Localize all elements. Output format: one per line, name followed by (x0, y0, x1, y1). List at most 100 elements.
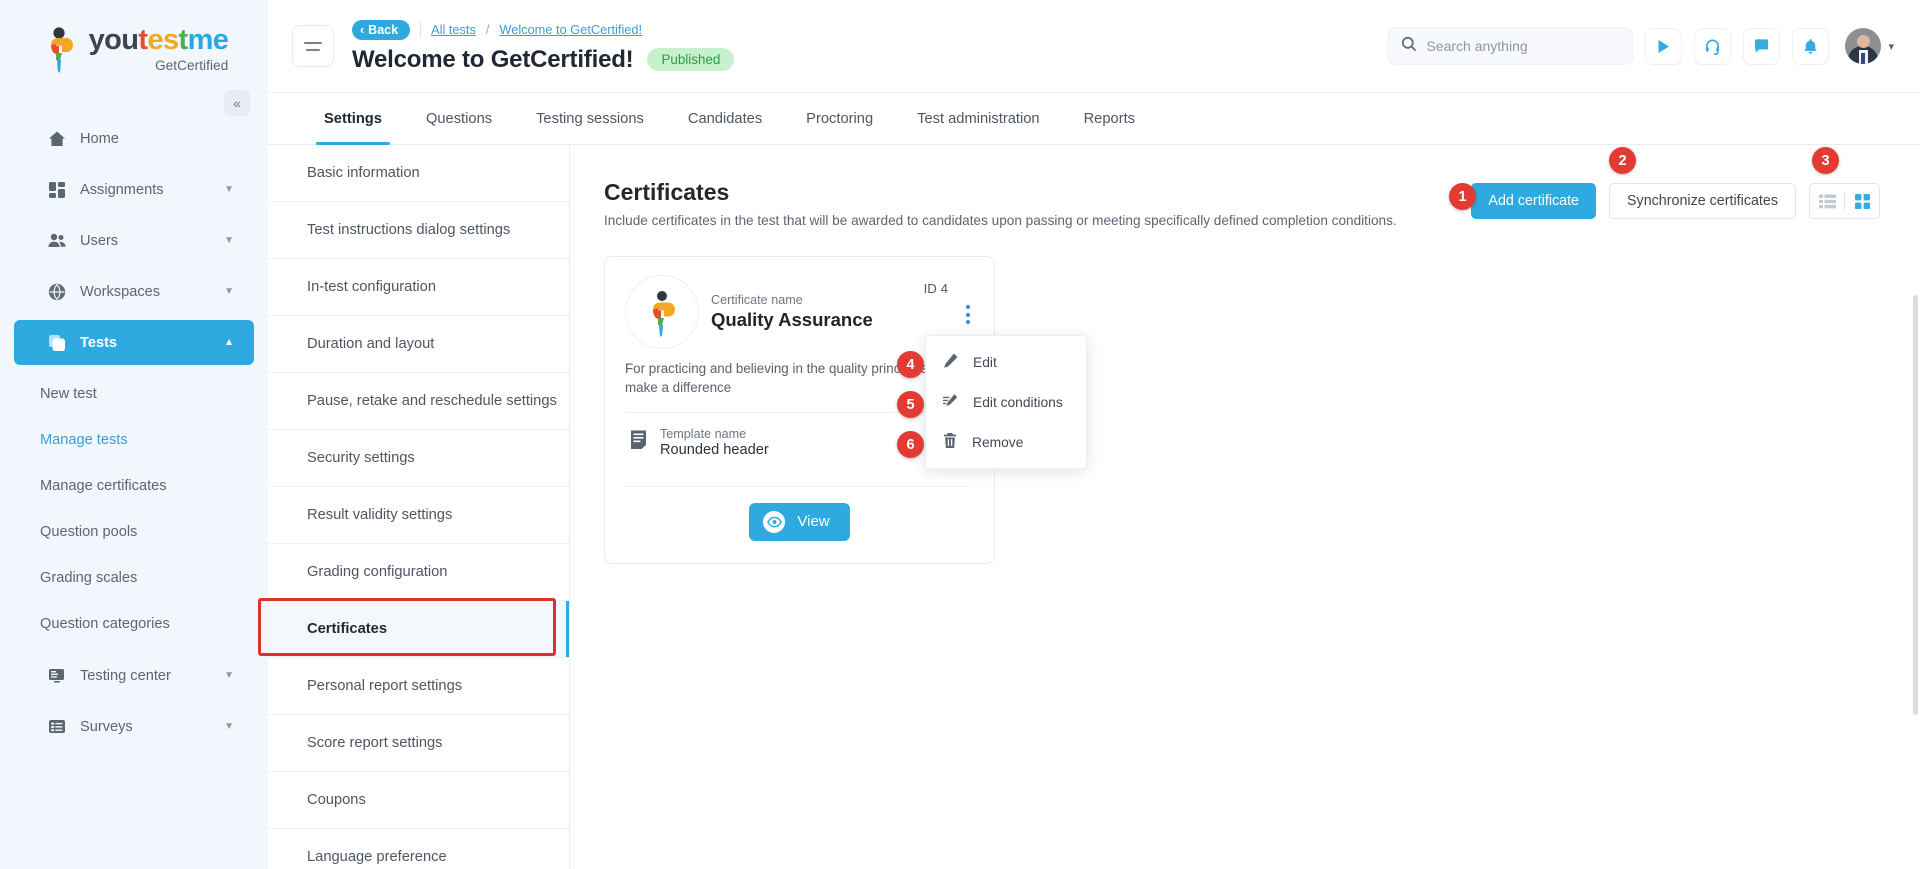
search-box[interactable] (1388, 27, 1634, 65)
settings-item-grading-configuration[interactable]: Grading configuration (268, 544, 569, 601)
monitor-icon (48, 667, 74, 685)
certificate-id: ID 4 (923, 281, 948, 296)
back-button[interactable]: ‹ Back (352, 19, 411, 40)
brand-logo[interactable]: youtestme GetCertified (0, 0, 268, 80)
sidebar-item-users[interactable]: Users ▼ (14, 218, 254, 263)
tab-reports[interactable]: Reports (1062, 93, 1157, 144)
settings-item-result-validity[interactable]: Result validity settings (268, 487, 569, 544)
grid-view-icon[interactable] (1845, 184, 1879, 218)
settings-item-language-preference[interactable]: Language preference (268, 829, 569, 869)
settings-item-in-test-configuration[interactable]: In-test configuration (268, 259, 569, 316)
sidebar-item-label: Tests (80, 334, 118, 351)
brand-subtitle: GetCertified (155, 58, 229, 73)
breadcrumb-current-test[interactable]: Welcome to GetCertified! (499, 22, 642, 37)
tab-settings[interactable]: Settings (302, 93, 404, 145)
sidebar-subitem-question-pools[interactable]: Question pools (0, 509, 268, 555)
settings-item-score-report[interactable]: Score report settings (268, 715, 569, 772)
title-block: ‹ Back All tests / Welcome to GetCertifi… (352, 19, 735, 74)
sidebar-item-workspaces[interactable]: Workspaces ▼ (14, 269, 254, 314)
layers-icon (48, 334, 74, 352)
topbar: ‹ Back All tests / Welcome to GetCertifi… (268, 0, 1920, 93)
view-button-label: View (797, 513, 830, 531)
edit-menu-item[interactable]: Edit (926, 342, 1086, 382)
certificate-list: Certificate name Quality Assurance ID 4 … (604, 256, 1880, 564)
edit-conditions-menu-item[interactable]: Edit conditions (926, 382, 1086, 422)
edit-menu-label: Edit (973, 354, 997, 370)
trash-icon (942, 432, 958, 452)
tab-test-administration[interactable]: Test administration (895, 93, 1061, 144)
sidebar-item-surveys[interactable]: Surveys ▼ (14, 704, 254, 749)
sidebar-subitem-grading-scales[interactable]: Grading scales (0, 555, 268, 601)
grid-icon (48, 181, 74, 199)
sidebar-subitem-manage-certificates[interactable]: Manage certificates (0, 463, 268, 509)
certificates-panel: Certificates Include certificates in the… (570, 145, 1920, 869)
sidebar-item-tests[interactable]: Tests ▲ (14, 320, 254, 365)
settings-item-personal-report[interactable]: Personal report settings (268, 658, 569, 715)
tab-testing-sessions[interactable]: Testing sessions (514, 93, 666, 144)
certificate-name: Quality Assurance (711, 309, 873, 330)
sidebar-subitem-question-categories[interactable]: Question categories (0, 601, 268, 647)
settings-item-test-instructions[interactable]: Test instructions dialog settings (268, 202, 569, 259)
sidebar-item-home[interactable]: Home (14, 116, 254, 161)
eye-icon (763, 510, 786, 533)
annotation-badge-1: 1 (1449, 183, 1476, 210)
synchronize-certificates-button[interactable]: Synchronize certificates (1609, 183, 1796, 219)
settings-item-basic-information[interactable]: Basic information (268, 145, 569, 202)
certificate-avatar (625, 275, 699, 349)
hamburger-icon[interactable] (292, 25, 334, 67)
chevron-double-left-icon[interactable]: « (224, 90, 250, 116)
sidebar-nav: Home Assignments ▼ Users ▼ Workspaces ▼ … (0, 116, 268, 749)
content-area: Basic information Test instructions dial… (268, 145, 1920, 869)
tab-candidates[interactable]: Candidates (666, 93, 784, 144)
annotation-badge-5: 5 (897, 391, 924, 418)
panel-title: Certificates (604, 179, 730, 205)
chevron-down-icon: ▾ (1888, 40, 1894, 53)
topbar-actions: ▾ (1388, 27, 1894, 65)
sidebar-item-assignments[interactable]: Assignments ▼ (14, 167, 254, 212)
template-name: Rounded header (660, 441, 769, 458)
settings-item-duration-and-layout[interactable]: Duration and layout (268, 316, 569, 373)
more-vertical-icon[interactable] (966, 305, 970, 324)
context-menu: Edit Edit conditions Remove (925, 335, 1087, 469)
add-certificate-button[interactable]: Add certificate (1471, 183, 1597, 219)
tab-questions[interactable]: Questions (404, 93, 514, 144)
brand-name: youtestme (88, 24, 229, 56)
chevron-down-icon: ▼ (224, 235, 234, 246)
settings-item-security-settings[interactable]: Security settings (268, 430, 569, 487)
view-toggle (1809, 183, 1880, 219)
chevron-down-icon: ▼ (224, 721, 234, 732)
avatar (1845, 28, 1882, 64)
tab-proctoring[interactable]: Proctoring (784, 93, 895, 144)
sidebar-subitem-new-test[interactable]: New test (0, 371, 268, 417)
sidebar: youtestme GetCertified « Home Assignment… (0, 0, 268, 869)
search-input[interactable] (1426, 38, 1621, 54)
annotation-badge-3: 3 (1812, 147, 1839, 174)
pencil-lines-icon (942, 392, 959, 412)
view-certificate-button[interactable]: View (749, 502, 850, 541)
settings-item-pause-retake-reschedule[interactable]: Pause, retake and reschedule settings (268, 373, 569, 430)
remove-menu-item[interactable]: Remove (926, 422, 1086, 462)
settings-item-coupons[interactable]: Coupons (268, 772, 569, 829)
user-menu[interactable]: ▾ (1845, 28, 1894, 64)
annotation-badge-2: 2 (1609, 147, 1636, 174)
play-icon[interactable] (1645, 27, 1683, 65)
sidebar-subitem-manage-tests[interactable]: Manage tests (0, 417, 268, 463)
tab-bar: Settings Questions Testing sessions Cand… (268, 93, 1920, 145)
breadcrumb-all-tests[interactable]: All tests (431, 22, 476, 37)
breadcrumb-separator: / (485, 22, 490, 37)
list-view-icon[interactable] (1810, 184, 1844, 218)
settings-item-certificates[interactable]: Certificates (268, 601, 569, 658)
chat-icon[interactable] (1743, 27, 1781, 65)
annotation-badge-6: 6 (897, 431, 924, 458)
scrollbar[interactable] (1913, 295, 1918, 715)
sidebar-item-label: Assignments (80, 181, 164, 198)
annotation-badge-4: 4 (897, 351, 924, 378)
sidebar-item-testing-center[interactable]: Testing center ▼ (14, 653, 254, 698)
settings-menu: Basic information Test instructions dial… (268, 145, 570, 869)
breadcrumb: ‹ Back All tests / Welcome to GetCertifi… (352, 19, 734, 41)
headset-icon[interactable] (1694, 27, 1732, 65)
main-area: ‹ Back All tests / Welcome to GetCertifi… (268, 0, 1920, 869)
document-icon (629, 429, 648, 455)
sidebar-item-label: Users (80, 232, 119, 249)
bell-icon[interactable] (1792, 27, 1830, 65)
